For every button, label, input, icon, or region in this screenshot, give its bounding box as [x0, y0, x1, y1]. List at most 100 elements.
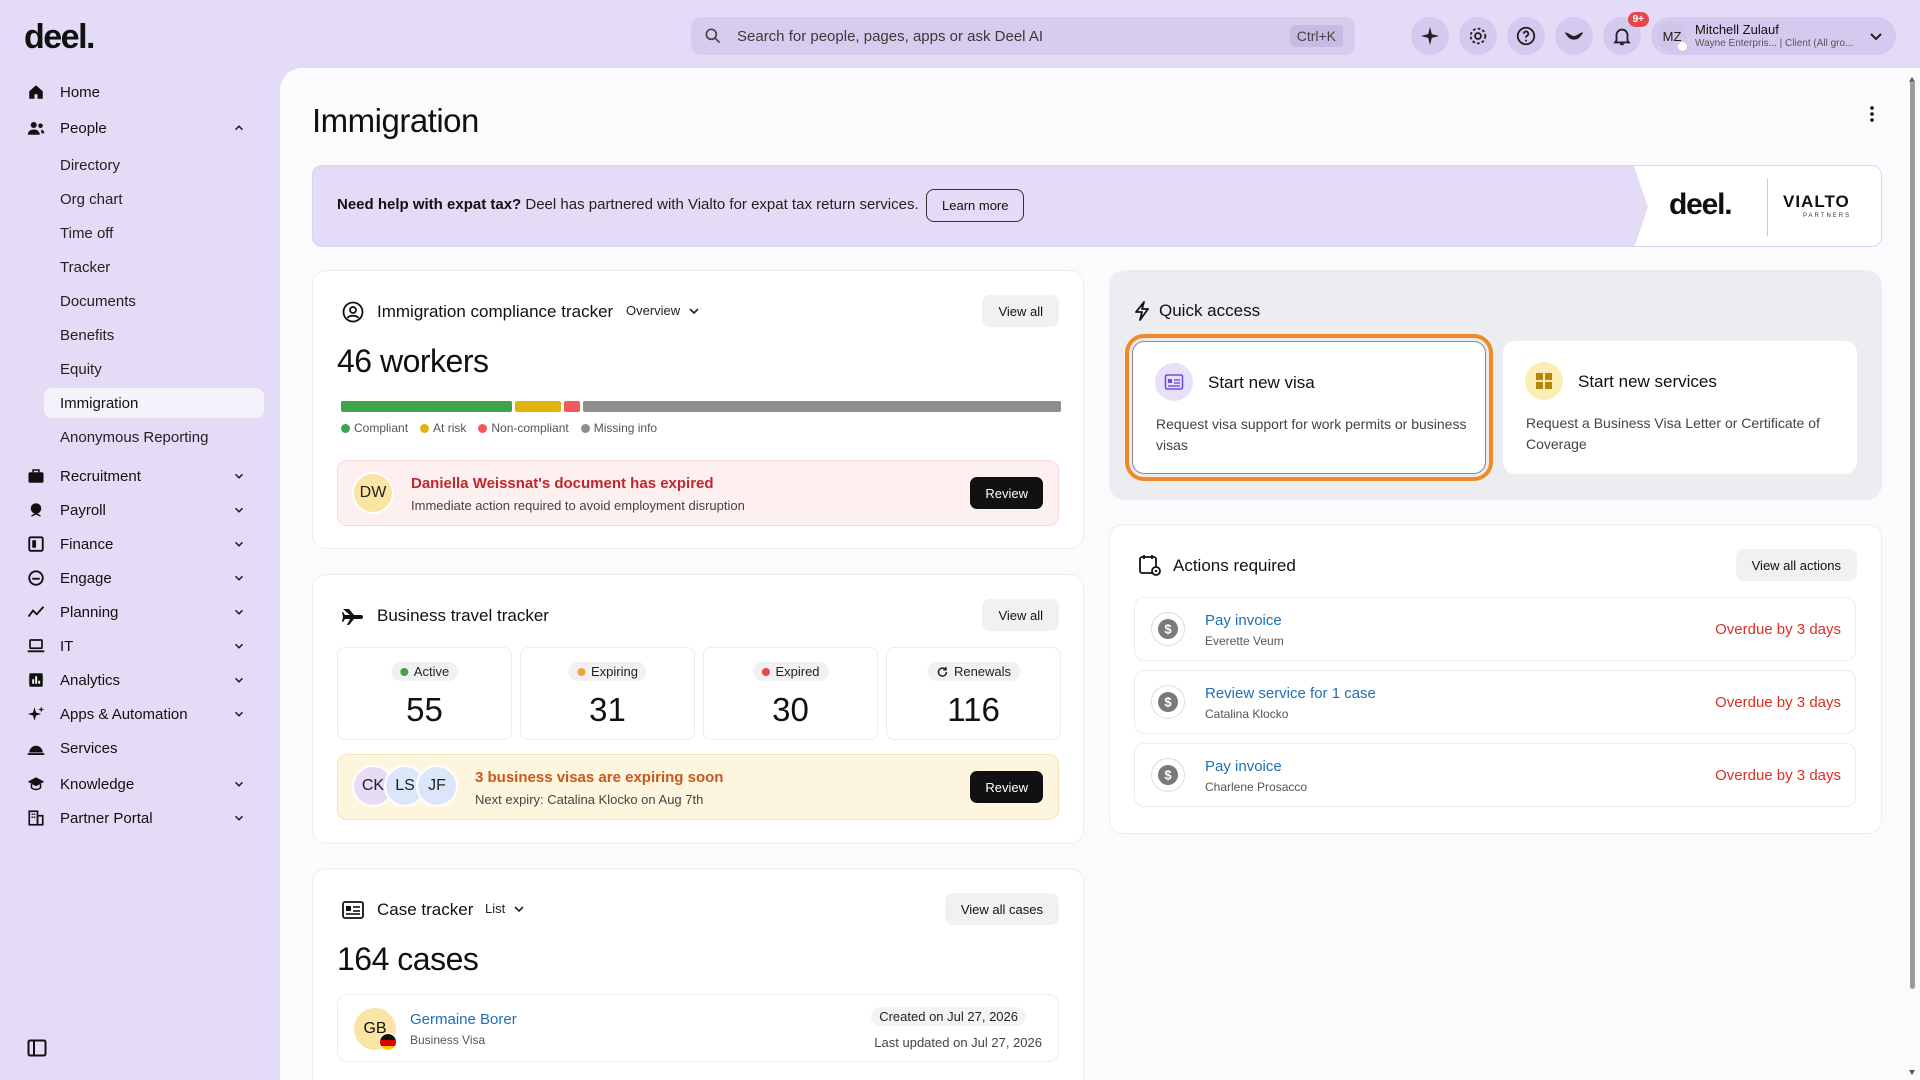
people-icon	[27, 122, 45, 135]
stat-renewals[interactable]: Renewals 116	[886, 647, 1061, 740]
global-search-bar[interactable]: Search for people, pages, apps or ask De…	[691, 17, 1355, 55]
bell-service-icon	[27, 745, 45, 755]
svg-text:$: $	[1164, 622, 1172, 637]
sidebar-subitem-immigration[interactable]: Immigration	[44, 388, 264, 418]
action-title[interactable]: Pay invoice	[1205, 612, 1282, 629]
compliance-tracker-title: Immigration compliance tracker	[377, 302, 614, 321]
sidebar-subitem-org-chart[interactable]: Org chart	[44, 185, 264, 213]
sidebar-subitem-equity[interactable]: Equity	[44, 355, 264, 383]
action-title[interactable]: Review service for 1 case	[1205, 685, 1376, 702]
workers-count: 46 workers	[337, 343, 489, 379]
dollar-icon: $	[1158, 619, 1178, 639]
sidebar-item-it[interactable]: IT	[26, 630, 258, 662]
sidebar-item-recruitment[interactable]: Recruitment	[26, 460, 258, 492]
learn-more-button[interactable]: Learn more	[926, 189, 1025, 222]
legend-dot	[420, 424, 430, 433]
chevron-down-icon	[234, 643, 244, 649]
sidebar-subitem-tracker[interactable]: Tracker	[44, 253, 264, 281]
feedback-button[interactable]	[1555, 17, 1593, 55]
start-new-services-card[interactable]: Start new services Request a Business Vi…	[1503, 341, 1857, 474]
sidebar-item-people[interactable]: People	[26, 112, 258, 144]
help-button[interactable]	[1507, 17, 1545, 55]
chevron-down-icon	[234, 711, 244, 717]
sidebar-item-partner-portal[interactable]: Partner Portal	[26, 802, 258, 834]
settings-button[interactable]	[1459, 17, 1497, 55]
action-subtitle: Catalina Klocko	[1205, 707, 1289, 721]
sidebar-subitem-anonymous-reporting[interactable]: Anonymous Reporting	[44, 423, 264, 451]
notifications-button[interactable]: 9+	[1603, 12, 1649, 55]
finance-icon	[28, 536, 44, 552]
review-button[interactable]: Review	[970, 771, 1043, 803]
user-circle-icon	[342, 301, 364, 323]
sidebar-item-analytics[interactable]: Analytics	[26, 664, 258, 696]
compliance-view-all-button[interactable]: View all	[982, 295, 1059, 327]
action-title[interactable]: Pay invoice	[1205, 758, 1282, 775]
sidebar-item-home[interactable]: Home	[26, 76, 258, 108]
banner-text: Need help with expat tax? Deel has partn…	[337, 196, 919, 213]
case-view-dropdown[interactable]: List	[485, 901, 525, 916]
id-card-icon	[342, 901, 364, 919]
case-tracker-card: Case tracker List View all cases 164 cas…	[312, 868, 1084, 1080]
search-icon	[705, 28, 721, 44]
sidebar-item-apps-automation[interactable]: Apps & Automation	[26, 698, 258, 730]
quick-access-card-title: Start new visa	[1208, 373, 1315, 392]
scrollbar-thumb[interactable]	[1910, 81, 1915, 989]
vialto-logo-sub: PARTNERS	[1803, 213, 1852, 219]
deel-logo[interactable]: deel.	[24, 18, 95, 57]
user-name: Mitchell Zulauf	[1695, 22, 1779, 37]
legend-dot	[580, 424, 590, 433]
sidebar-item-services[interactable]: Services	[26, 732, 258, 764]
progress-segment-compliant	[341, 401, 512, 412]
view-all-cases-button[interactable]: View all cases	[944, 893, 1059, 925]
sidebar-item-engage[interactable]: Engage	[26, 562, 258, 594]
sidebar-item-payroll[interactable]: Payroll	[26, 494, 258, 526]
case-type: Business Visa	[410, 1033, 486, 1047]
bar-chart-icon	[29, 673, 43, 687]
start-new-visa-card[interactable]: Start new visa Request visa support for …	[1125, 334, 1493, 481]
action-row[interactable]: $ Review service for 1 case Catalina Klo…	[1134, 670, 1856, 734]
refresh-icon	[937, 666, 947, 677]
case-tracker-title: Case tracker	[377, 900, 474, 919]
stat-expiring[interactable]: Expiring 31	[520, 647, 695, 740]
search-placeholder[interactable]: Search for people, pages, apps or ask De…	[737, 28, 1290, 45]
legend-dot	[341, 424, 350, 433]
user-menu[interactable]: MZ Mitchell Zulauf Wayne Enterpris... | …	[1651, 17, 1896, 55]
sidebar-item-finance[interactable]: Finance	[26, 528, 258, 560]
sidebar-item-knowledge[interactable]: Knowledge	[26, 768, 258, 800]
sidebar-subitem-time-off[interactable]: Time off	[44, 219, 264, 247]
dollar-icon-wrap: $	[1151, 685, 1185, 719]
more-options-icon[interactable]	[1862, 104, 1882, 124]
sidebar-subitem-directory[interactable]: Directory	[44, 151, 264, 179]
sidebar-subitem-benefits[interactable]: Benefits	[44, 321, 264, 349]
stat-expired[interactable]: Expired 30	[703, 647, 878, 740]
progress-segment-at-risk	[514, 401, 561, 412]
visa-card-icon	[1164, 374, 1184, 390]
notification-count-badge: 9+	[1627, 12, 1649, 27]
avatar: MZ	[1657, 21, 1688, 52]
grid-icon	[1536, 373, 1552, 389]
case-person-name[interactable]: Germaine Borer	[410, 1011, 517, 1028]
action-row[interactable]: $ Pay invoice Charlene Prosacco Overdue …	[1134, 743, 1856, 807]
alert-title: Daniella Weissnat's document has expired	[411, 475, 714, 492]
action-row[interactable]: $ Pay invoice Everette Veum Overdue by 3…	[1134, 597, 1856, 661]
stat-value: 116	[947, 691, 1000, 728]
compliance-view-dropdown[interactable]: Overview	[626, 303, 700, 318]
status-dot	[761, 667, 770, 676]
sidebar-collapse-icon[interactable]	[27, 1038, 47, 1058]
sidebar-item-planning[interactable]: Planning	[26, 596, 258, 628]
travel-view-all-button[interactable]: View all	[982, 599, 1059, 631]
business-travel-card: Business travel tracker View all Active …	[312, 574, 1084, 844]
ai-assistant-button[interactable]	[1411, 17, 1449, 55]
stat-active[interactable]: Active 55	[337, 647, 512, 740]
legend-item: Missing info	[580, 421, 657, 435]
view-all-actions-button[interactable]: View all actions	[1735, 549, 1857, 581]
actions-required-card: Actions required View all actions $ Pay …	[1109, 524, 1882, 834]
sparkle-icon	[27, 706, 45, 721]
dollar-icon: $	[1158, 692, 1178, 712]
chevron-down-icon	[234, 677, 244, 683]
case-row[interactable]: GB Germaine Borer Business Visa Created …	[337, 994, 1059, 1062]
dollar-icon: $	[1158, 765, 1178, 785]
sidebar-subitem-documents[interactable]: Documents	[44, 287, 264, 315]
review-button[interactable]: Review	[970, 477, 1043, 509]
lightning-icon	[1135, 301, 1149, 321]
